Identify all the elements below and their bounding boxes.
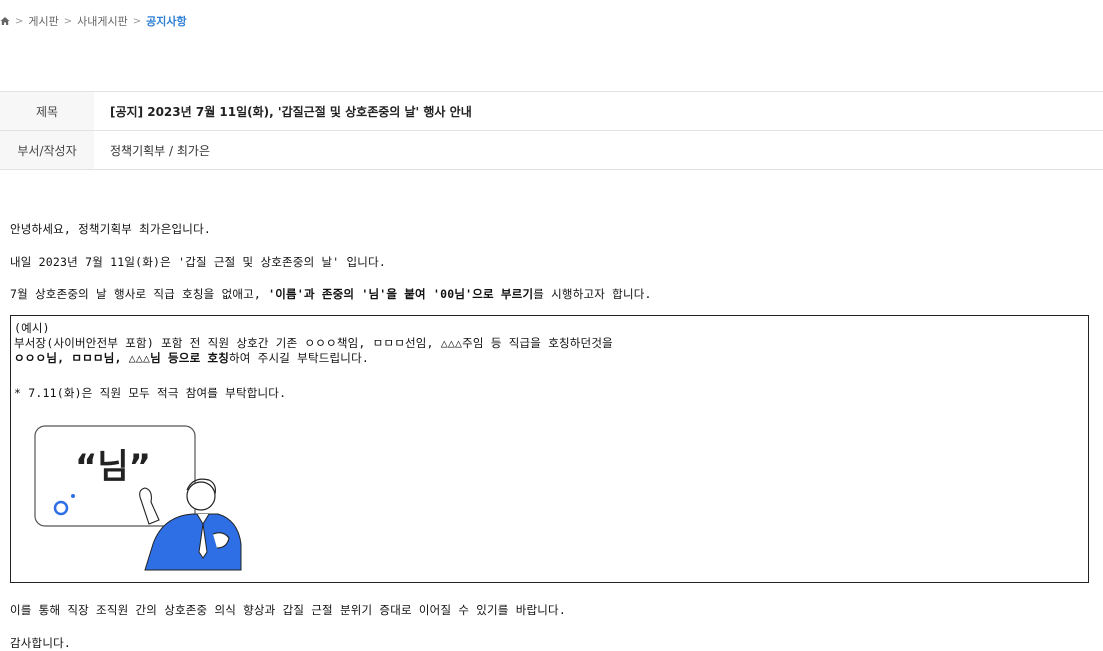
breadcrumb-separator: > [132, 15, 142, 27]
example-line-2: ㅇㅇㅇ님, ㅁㅁㅁ님, △△△님 등으로 호칭하여 주시길 부탁드립니다. [14, 350, 369, 366]
body-closing-2: 감사합니다. [10, 636, 72, 650]
breadcrumb-separator: > [63, 15, 73, 27]
example-box: (예시) 부서장(사이버안전부 포함) 포함 전 직원 상호간 기존 ㅇㅇㅇ책임… [10, 315, 1089, 583]
nim-quote-text: “님” [75, 447, 151, 487]
example-note: * 7.11(화)은 직원 모두 적극 참여를 부탁합니다. [14, 386, 287, 400]
policy-suffix: 를 시행하고자 합니다. [533, 287, 652, 301]
home-icon[interactable] [0, 16, 10, 26]
example-line-1: 부서장(사이버안전부 포함) 포함 전 직원 상호간 기존 ㅇㅇㅇ책임, ㅁㅁㅁ… [14, 336, 613, 350]
policy-highlight: '이름'과 존중의 '님'을 붙여 '00님'으로 부르기 [268, 287, 534, 301]
body-line-date: 내일 2023년 7월 11일(화)은 '갑질 근절 및 상호존중의 날' 입니… [10, 255, 386, 269]
example-highlight: ㅇㅇㅇ님, ㅁㅁㅁ님, △△△님 등으로 호칭 [14, 351, 230, 365]
example-label: (예시) [14, 321, 50, 335]
breadcrumb-item-internal-board[interactable]: 사내게시판 [77, 13, 128, 29]
breadcrumb-item-board[interactable]: 게시판 [28, 13, 58, 29]
post-author: 정책기획부 / 최가은 [110, 143, 210, 158]
breadcrumb-item-notice[interactable]: 공지사항 [146, 13, 186, 29]
post-title: [공지] 2023년 7월 11일(화), '갑질근절 및 상호존중의 날' 행… [110, 104, 472, 119]
body-closing-1: 이를 통해 직장 조직원 간의 상호존중 의식 향상과 갑질 근절 분위기 증대… [10, 603, 566, 617]
body-greeting: 안녕하세요, 정책기획부 최가은입니다. [10, 222, 211, 236]
subject-label: 제목 [0, 92, 94, 130]
author-label: 부서/작성자 [0, 131, 94, 169]
subject-row: 제목 [공지] 2023년 7월 11일(화), '갑질근절 및 상호존중의 날… [0, 92, 1103, 131]
breadcrumb: > 게시판 > 사내게시판 > 공지사항 [0, 12, 187, 30]
author-row: 부서/작성자 정책기획부 / 최가은 [0, 131, 1103, 170]
policy-prefix: 7월 상호존중의 날 행사로 직급 호칭을 없애고, [10, 287, 269, 301]
body-line-policy: 7월 상호존중의 날 행사로 직급 호칭을 없애고, '이름'과 존중의 '님'… [10, 286, 652, 302]
breadcrumb-separator: > [15, 15, 24, 27]
nim-illustration: “님” [33, 424, 243, 576]
example-suffix: 하여 주시길 부탁드립니다. [229, 351, 369, 365]
post-meta-table: 제목 [공지] 2023년 7월 11일(화), '갑질근절 및 상호존중의 날… [0, 91, 1103, 170]
